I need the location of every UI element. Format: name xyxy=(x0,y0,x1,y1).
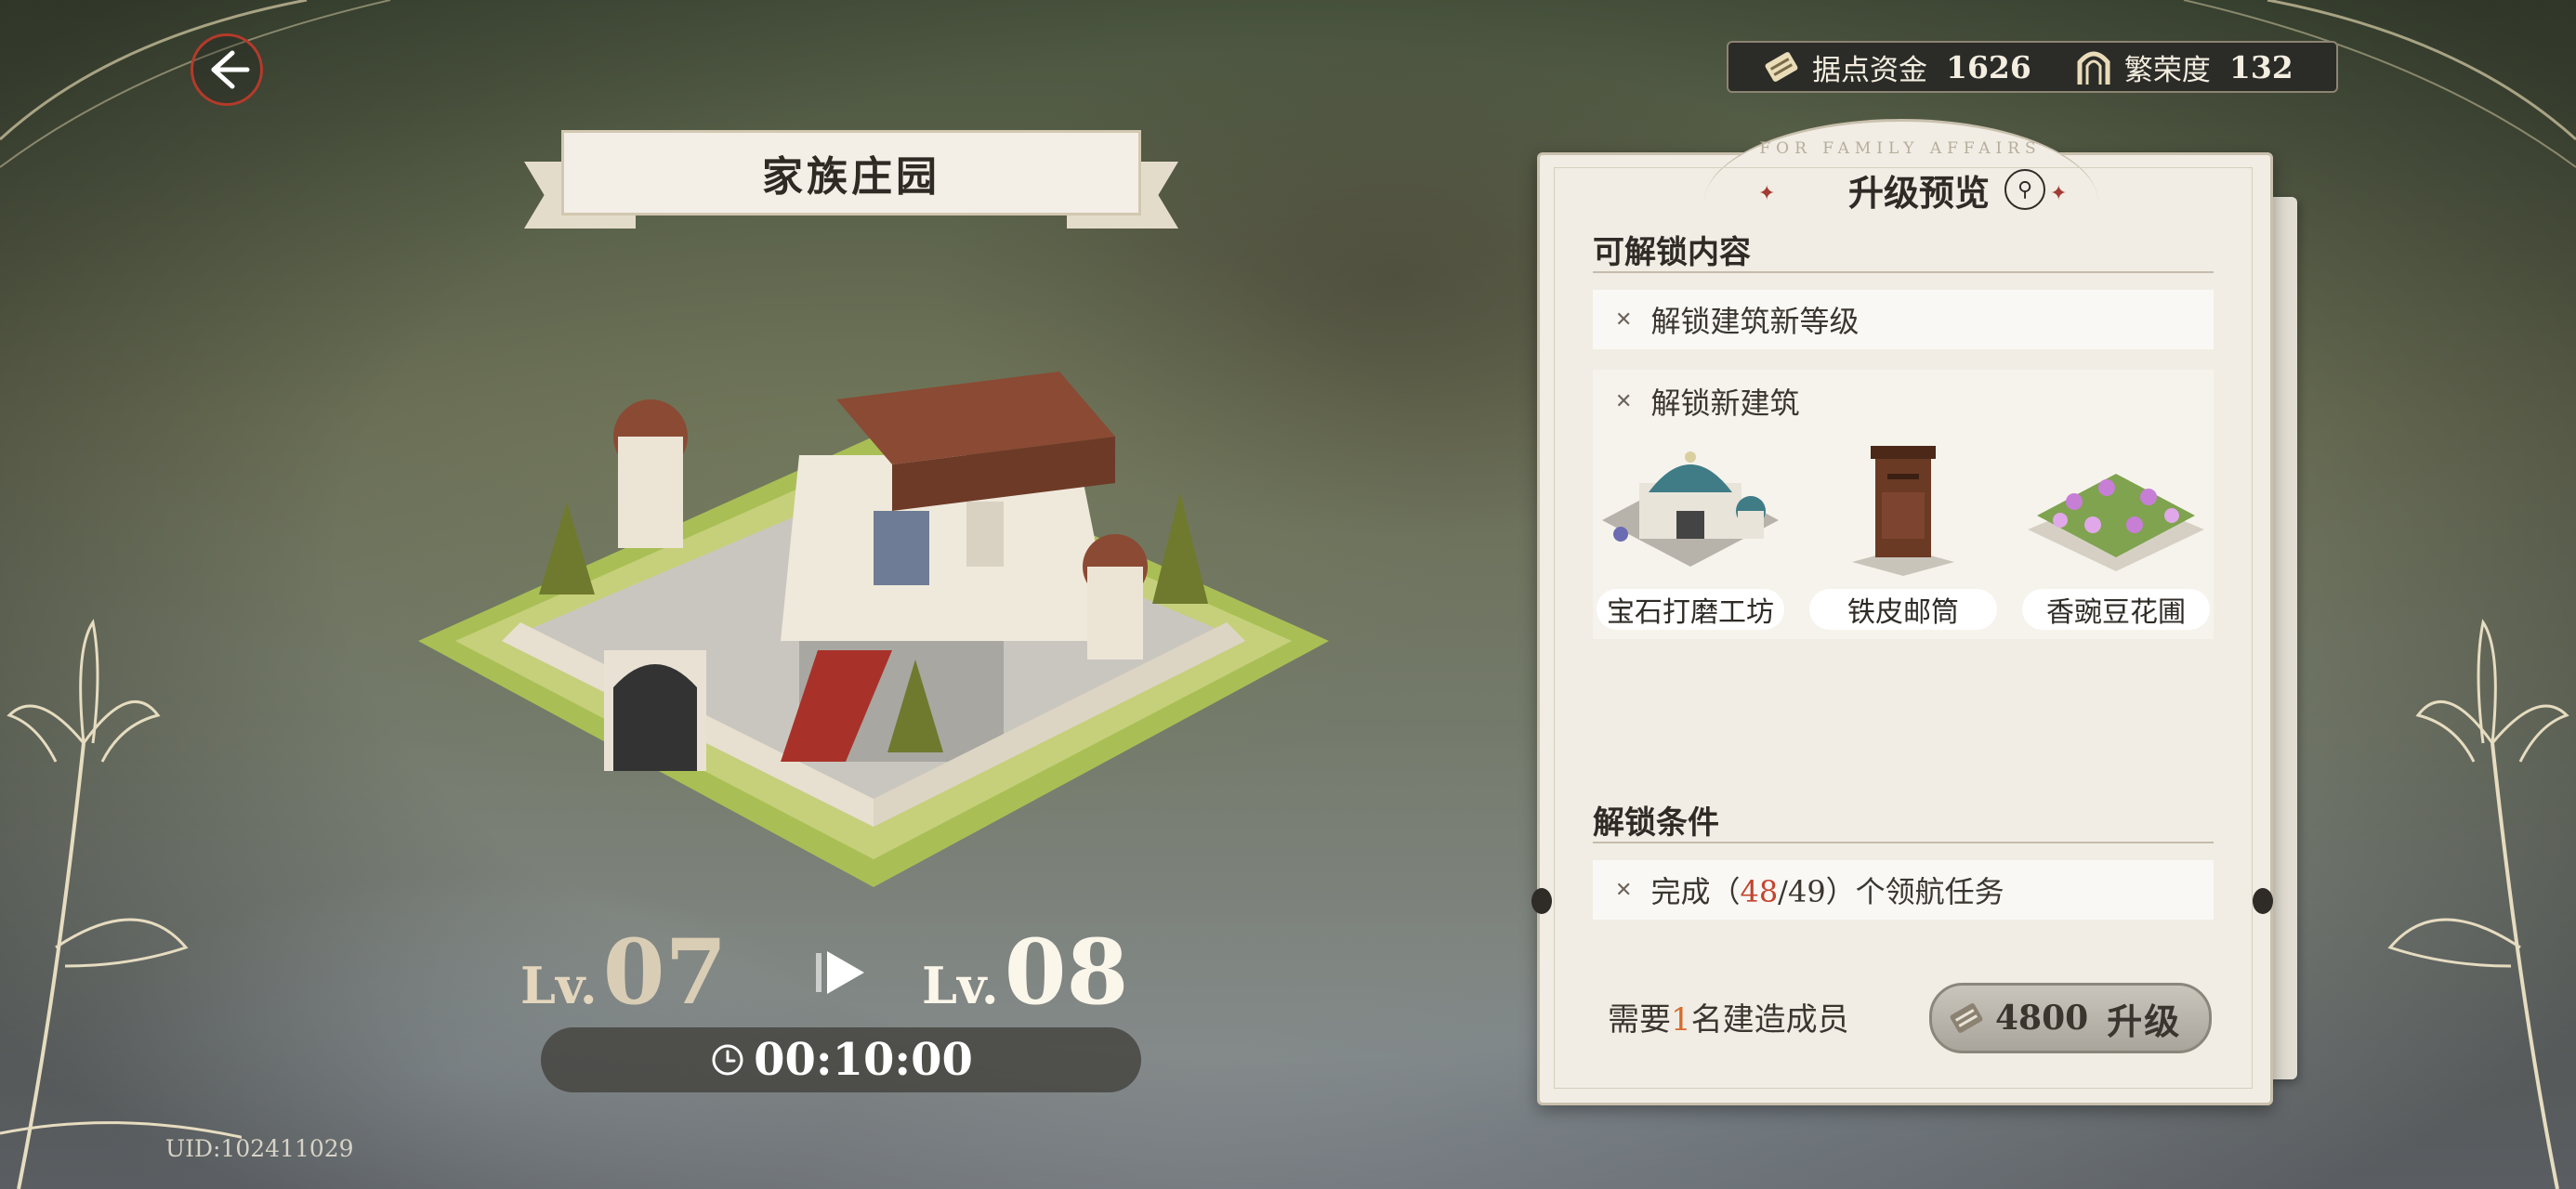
next-level-prefix: Lv. xyxy=(922,956,999,1015)
upgrade-timer: 00:10:00 xyxy=(541,1027,1141,1092)
upgrade-label: 升级 xyxy=(2107,1000,2182,1042)
new-building-label: 铁皮邮筒 xyxy=(1809,589,1997,630)
section-divider xyxy=(1593,842,2214,843)
sweet-pea-garden-icon xyxy=(2028,474,2204,571)
condition-current: 48 xyxy=(1740,874,1779,909)
section-divider xyxy=(1593,271,2214,273)
arch-icon xyxy=(2069,42,2119,92)
bullet-icon: ✕ xyxy=(1615,389,1633,413)
current-level: Lv. 07 xyxy=(520,920,727,1025)
next-level-number: 08 xyxy=(1004,920,1129,1025)
level-indicator: Lv. 07 Lv. 08 xyxy=(520,920,1171,1025)
magnify-icon[interactable]: ⚲ xyxy=(2004,169,2045,210)
condition-text: 完成（48/49）个领航任务 xyxy=(1650,874,2004,909)
next-level: Lv. 08 xyxy=(922,920,1128,1025)
bullet-icon: ✕ xyxy=(1615,878,1633,902)
unlock-item-row: ✕ 解锁建筑新等级 xyxy=(1593,290,2214,349)
manor-building-illustration[interactable] xyxy=(409,344,1338,892)
back-button[interactable] xyxy=(191,33,263,106)
gem-workshop-icon xyxy=(1602,451,1779,567)
bullet-icon: ✕ xyxy=(1615,307,1633,332)
prosperity-resource[interactable]: 繁荣度 132 xyxy=(2069,43,2293,91)
scroll-icon xyxy=(1756,42,1807,92)
timer-value: 00:10:00 xyxy=(754,1034,973,1086)
card-arch-text: FOR FAMILY AFFAIRS xyxy=(1759,139,2042,158)
lily-ornament-icon xyxy=(0,619,242,1189)
card-notch xyxy=(1531,888,1552,914)
unlock-item-text: 解锁建筑新等级 xyxy=(1650,304,1860,339)
funds-resource[interactable]: 据点资金 1626 xyxy=(1756,43,2031,91)
condition-section-title: 解锁条件 xyxy=(1593,804,1719,842)
unlock-item-text: 解锁新建筑 xyxy=(1650,385,1800,421)
card-title-row: 升级预览 ⚲ xyxy=(1766,160,2128,219)
user-id: UID:102411029 xyxy=(165,1135,354,1162)
builder-requirement: 需要1名建造成员 xyxy=(1608,1001,1849,1039)
new-building-item[interactable]: 宝石打磨工坊 xyxy=(1593,437,1788,641)
builder-count: 1 xyxy=(1671,1001,1691,1039)
new-building-label: 香豌豆花圃 xyxy=(2022,589,2210,630)
new-building-item[interactable]: 铁皮邮筒 xyxy=(1806,437,2001,641)
prosperity-value: 132 xyxy=(2228,48,2293,85)
iron-mailbox-icon xyxy=(1852,446,1954,576)
current-level-prefix: Lv. xyxy=(520,956,598,1015)
current-level-number: 07 xyxy=(602,920,728,1025)
funds-label: 据点资金 xyxy=(1812,53,1927,87)
arrow-right-icon xyxy=(816,951,864,994)
resource-bar: 据点资金 1626 繁荣度 132 xyxy=(1727,41,2338,93)
new-building-item[interactable]: 香豌豆花圃 xyxy=(2018,437,2214,641)
card-title: 升级预览 xyxy=(1847,171,1990,214)
scroll-icon xyxy=(1939,991,1993,1045)
new-buildings-list: 宝石打磨工坊 铁皮邮筒 香豌豆花圃 xyxy=(1593,437,2214,641)
building-title-banner: 家族庄园 xyxy=(524,130,1178,242)
unlock-item-row: ✕ 解锁新建筑 xyxy=(1593,372,2214,431)
funds-value: 1626 xyxy=(1946,48,2031,85)
upgrade-cost: 4800 xyxy=(1995,999,2089,1038)
new-building-label: 宝石打磨工坊 xyxy=(1597,589,1784,630)
back-arrow-icon xyxy=(211,50,250,89)
lily-ornament-icon xyxy=(2387,619,2569,1189)
clock-icon xyxy=(712,1044,743,1076)
unlock-section-title: 可解锁内容 xyxy=(1593,234,1751,271)
condition-row: ✕ 完成（48/49）个领航任务 xyxy=(1593,860,2214,920)
building-title: 家族庄园 xyxy=(561,130,1141,216)
upgrade-button[interactable]: 4800 升级 xyxy=(1929,983,2212,1053)
prosperity-label: 繁荣度 xyxy=(2123,53,2211,87)
card-notch xyxy=(2253,888,2273,914)
